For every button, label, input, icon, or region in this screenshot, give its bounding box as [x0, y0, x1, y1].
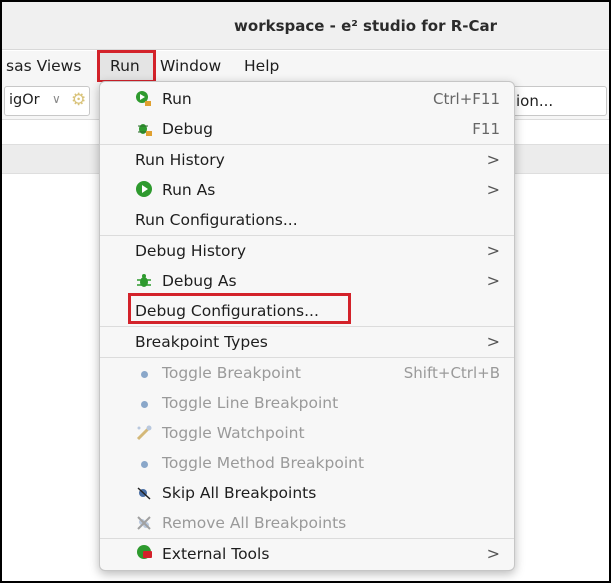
menu-item-label: Run Configurations...	[135, 211, 298, 229]
menu-item-external-tools[interactable]: External Tools >	[100, 539, 514, 569]
bug-icon	[135, 272, 153, 290]
menu-item-label: Toggle Method Breakpoint	[162, 454, 365, 472]
debug-icon	[135, 120, 153, 138]
window-title: workspace - e² studio for R-Car	[234, 17, 497, 35]
external-tools-icon	[135, 545, 153, 563]
menu-item-breakpoint-types[interactable]: Breakpoint Types >	[100, 327, 514, 357]
menu-bar: sas Views Run Window Help	[2, 51, 609, 82]
launch-target-value: ion...	[516, 92, 554, 110]
gear-icon[interactable]: ⚙	[71, 91, 89, 109]
launch-config-value: igOr	[9, 92, 40, 108]
menu-item-label: Skip All Breakpoints	[162, 484, 317, 502]
menu-item-label: Run History	[135, 151, 225, 169]
menu-item-accelerator: Ctrl+F11	[433, 90, 500, 108]
menu-item-debug-as[interactable]: Debug As >	[100, 266, 514, 296]
menu-item-run-configurations[interactable]: Run Configurations...	[100, 205, 514, 235]
run-icon	[135, 90, 153, 108]
menu-item-run-history[interactable]: Run History >	[100, 145, 514, 175]
submenu-arrow-icon: >	[486, 544, 500, 563]
menu-item-label: Toggle Watchpoint	[162, 424, 305, 442]
menu-item-run-as[interactable]: Run As >	[100, 175, 514, 205]
watchpoint-icon	[135, 424, 153, 442]
breakpoint-dot-icon	[135, 454, 153, 472]
menu-item-run[interactable]: Run Ctrl+F11	[100, 84, 514, 114]
menu-item-skip-all-breakpoints[interactable]: Skip All Breakpoints	[100, 478, 514, 508]
menu-renesas-views[interactable]: sas Views	[6, 51, 81, 82]
menu-item-toggle-breakpoint[interactable]: Toggle Breakpoint Shift+Ctrl+B	[100, 358, 514, 388]
menu-item-label: Debug	[162, 120, 213, 138]
menu-item-label: External Tools	[162, 545, 270, 563]
breakpoint-dot-icon	[135, 364, 153, 382]
run-menu-dropdown: Run Ctrl+F11 Debug F11 Run History > Run…	[99, 81, 515, 571]
menu-item-label: Run	[162, 90, 192, 108]
menu-item-label: Breakpoint Types	[135, 333, 268, 351]
menu-item-label: Toggle Breakpoint	[162, 364, 301, 382]
menu-item-toggle-watchpoint[interactable]: Toggle Watchpoint	[100, 418, 514, 448]
menu-item-label: Debug History	[135, 242, 247, 260]
submenu-arrow-icon: >	[486, 241, 500, 260]
menu-item-label: Run As	[162, 181, 216, 199]
menu-item-remove-all-breakpoints[interactable]: Remove All Breakpoints	[100, 508, 514, 538]
submenu-arrow-icon: >	[486, 150, 500, 169]
menu-item-toggle-line-breakpoint[interactable]: Toggle Line Breakpoint	[100, 388, 514, 418]
skip-breakpoints-icon	[135, 484, 153, 502]
menu-item-toggle-method-breakpoint[interactable]: Toggle Method Breakpoint	[100, 448, 514, 478]
run-as-icon	[135, 181, 153, 199]
launch-config-combo[interactable]: igOr ∨ ⚙	[4, 86, 90, 116]
menu-item-label: Debug As	[162, 272, 237, 290]
menu-item-label: Toggle Line Breakpoint	[162, 394, 339, 412]
menu-item-accelerator: F11	[472, 120, 500, 138]
submenu-arrow-icon: >	[486, 180, 500, 199]
debug-configurations-highlight-box	[128, 293, 351, 324]
menu-item-accelerator: Shift+Ctrl+B	[403, 364, 500, 382]
title-bar: workspace - e² studio for R-Car	[2, 2, 609, 50]
menu-item-label: Remove All Breakpoints	[162, 514, 347, 532]
breakpoint-dot-icon	[135, 394, 153, 412]
launch-target-field[interactable]: ion...	[507, 86, 607, 116]
run-menu-highlight-box	[97, 50, 156, 83]
submenu-arrow-icon: >	[486, 271, 500, 290]
remove-breakpoints-icon	[135, 514, 153, 532]
menu-help[interactable]: Help	[244, 51, 279, 82]
menu-item-debug[interactable]: Debug F11	[100, 114, 514, 144]
chevron-down-icon[interactable]: ∨	[52, 92, 61, 106]
menu-item-debug-history[interactable]: Debug History >	[100, 236, 514, 266]
submenu-arrow-icon: >	[486, 332, 500, 351]
menu-window[interactable]: Window	[160, 51, 221, 82]
